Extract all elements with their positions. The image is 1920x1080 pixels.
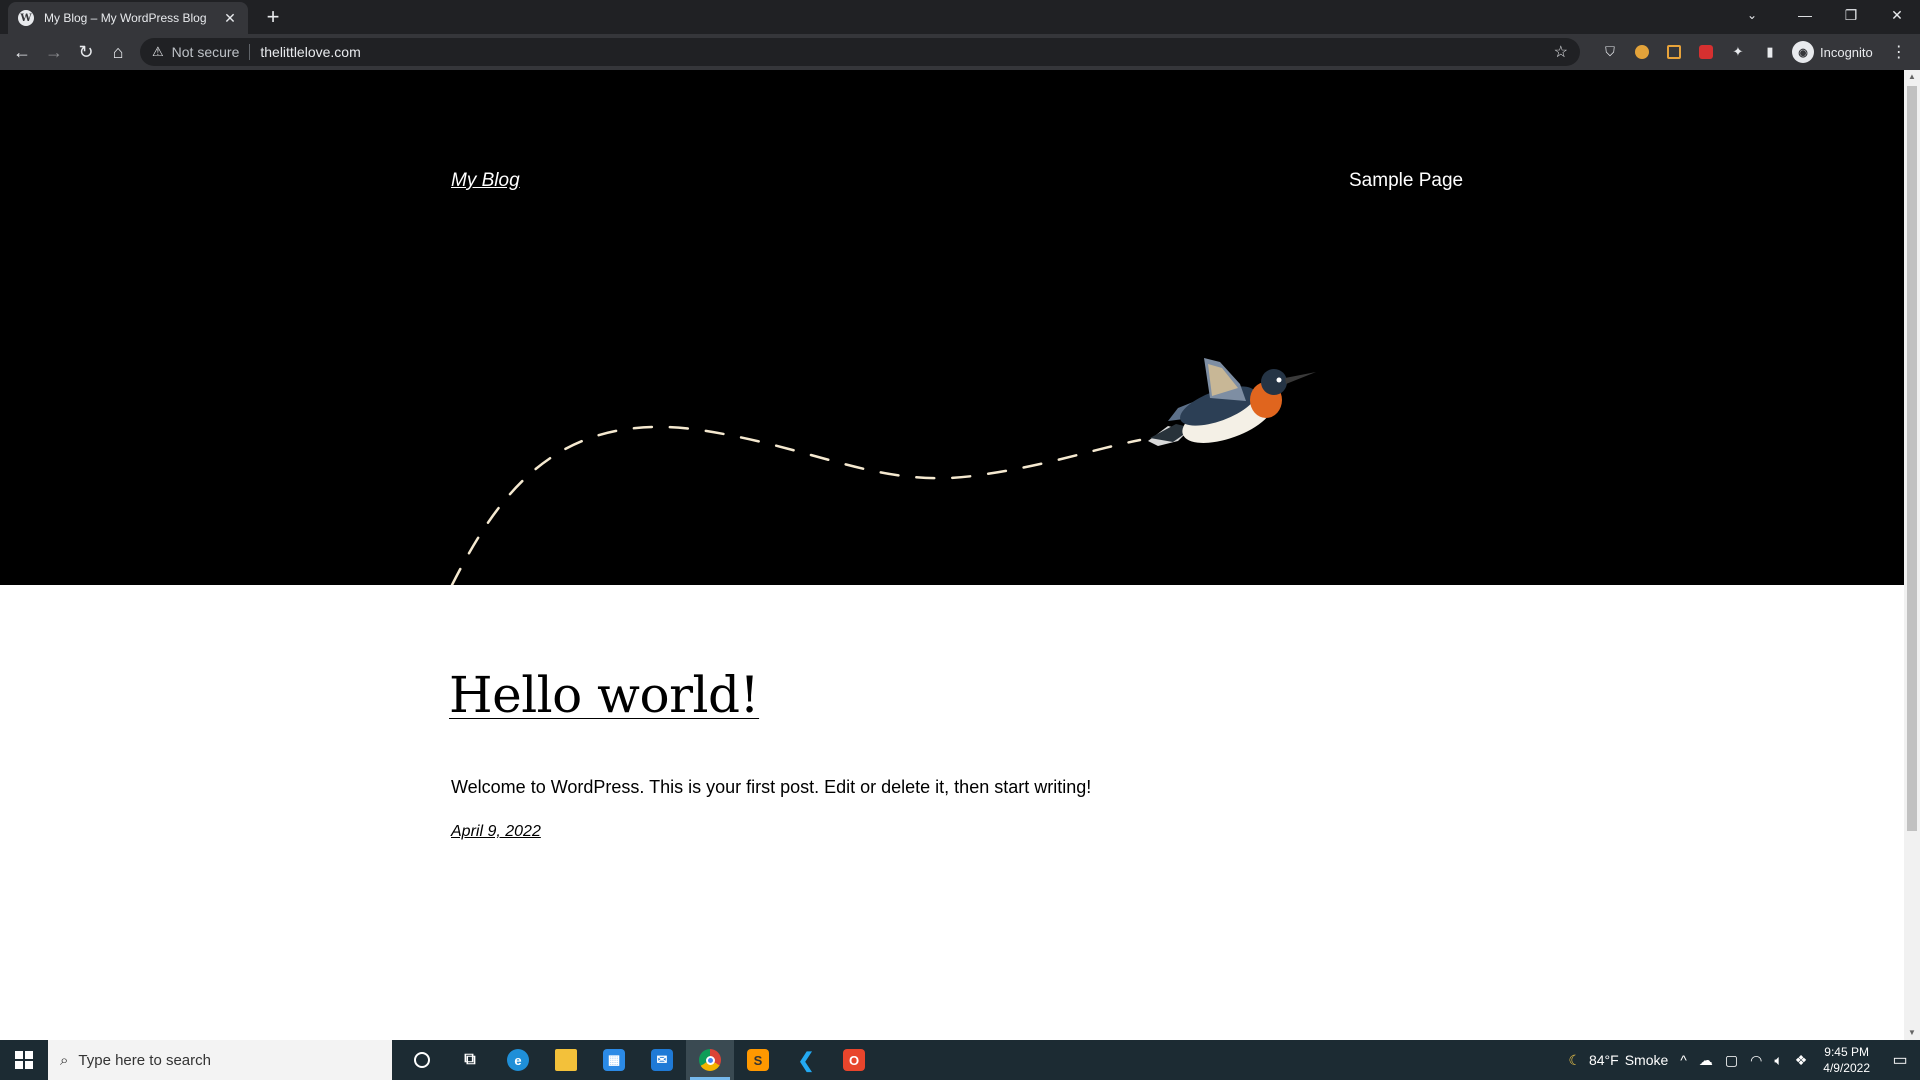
task-view-icon[interactable]: ⧉ — [446, 1040, 494, 1080]
clock[interactable]: 9:45 PM 4/9/2022 — [1823, 1044, 1870, 1076]
search-placeholder: Type here to search — [78, 1051, 211, 1069]
site-header-hero: My Blog Sample Page — [0, 70, 1904, 585]
page-viewport: My Blog Sample Page Hello world! Welcome… — [0, 70, 1904, 1040]
taskbar-search-box[interactable]: ⌕ Type here to search — [48, 1040, 392, 1080]
minimize-button[interactable]: — — [1782, 0, 1828, 30]
incognito-profile-button[interactable]: ◉ Incognito — [1792, 41, 1873, 63]
page-scrollbar[interactable]: ▲ ▼ — [1904, 70, 1920, 1040]
file-explorer-icon[interactable] — [542, 1040, 590, 1080]
vscode-icon[interactable]: ❮ — [782, 1040, 830, 1080]
browser-tab-strip: W My Blog – My WordPress Blog ✕ + ⌄ — ❐ … — [0, 0, 1920, 34]
weather-widget[interactable]: ☾ 84°F Smoke — [1568, 1052, 1668, 1069]
incognito-icon: ◉ — [1792, 41, 1814, 63]
home-icon[interactable]: ⌂ — [102, 36, 134, 68]
kebab-menu-icon[interactable]: ⋮ — [1891, 42, 1907, 62]
incognito-label: Incognito — [1820, 44, 1873, 60]
notification-center-icon[interactable]: ▭ — [1880, 1040, 1920, 1080]
weather-temp: 84°F — [1588, 1052, 1619, 1068]
url-text[interactable]: thelittlelove.com — [260, 44, 360, 60]
network-icon[interactable]: ◠ — [1750, 1052, 1762, 1069]
cortana-icon[interactable] — [398, 1040, 446, 1080]
flight-path-dashed-line — [450, 425, 1142, 585]
volume-icon[interactable]: 🔈︎ — [1774, 1052, 1782, 1069]
shield-extension-icon[interactable]: ⛉ — [1598, 40, 1622, 64]
tab-title: My Blog – My WordPress Blog — [44, 11, 207, 25]
windows-logo-icon — [15, 1051, 33, 1069]
restore-button[interactable]: ❐ — [1828, 0, 1874, 30]
chrome-icon[interactable] — [686, 1040, 734, 1080]
taskbar-apps: ⧉ e ▦ ✉ S ❮ O — [398, 1040, 878, 1080]
puzzle-extensions-icon[interactable]: ✦ — [1726, 40, 1750, 64]
tab-search-chevron-icon[interactable]: ⌄ — [1734, 0, 1770, 30]
weather-text: Smoke — [1624, 1052, 1669, 1068]
warning-triangle-icon[interactable]: ⚠ — [152, 44, 164, 60]
post-date-link[interactable]: April 9, 2022 — [451, 823, 541, 841]
clock-date: 4/9/2022 — [1823, 1061, 1870, 1075]
scrollbar-thumb[interactable] — [1907, 86, 1917, 831]
close-window-button[interactable]: ✕ — [1874, 0, 1920, 30]
edge-icon[interactable]: e — [494, 1040, 542, 1080]
reload-icon[interactable]: ↻ — [70, 36, 102, 68]
moon-weather-icon: ☾ — [1568, 1051, 1581, 1068]
extensions-area: ⛉ ✦ ▮ ◉ Incognito ⋮ — [1594, 34, 1907, 70]
post-excerpt: Welcome to WordPress. This is your first… — [451, 777, 1092, 797]
dropbox-icon[interactable]: ❖ — [1795, 1052, 1808, 1069]
mail-icon[interactable]: ✉ — [638, 1040, 686, 1080]
clock-time: 9:45 PM — [1824, 1045, 1869, 1059]
system-tray: ☾ 84°F Smoke ^ ☁ ▢ ◠ 🔈︎ ❖ 9:45 PM 4/9/20… — [1562, 1040, 1920, 1080]
browser-toolbar: ← → ↻ ⌂ ⚠ Not secure thelittlelove.com ☆… — [0, 34, 1920, 70]
onedrive-icon[interactable]: ☁ — [1699, 1052, 1713, 1069]
security-indicator[interactable]: Not secure — [172, 44, 240, 60]
omnibox-separator — [249, 44, 251, 60]
window-controls: — ❐ ✕ — [1782, 0, 1920, 30]
start-button[interactable] — [0, 1040, 48, 1080]
scroll-up-arrow-icon[interactable]: ▲ — [1904, 70, 1920, 84]
frame-extension-icon[interactable] — [1662, 40, 1686, 64]
hummingbird-icon — [1148, 358, 1316, 446]
tray-overflow-chevron-icon[interactable]: ^ — [1680, 1052, 1687, 1068]
red-extension-icon[interactable] — [1694, 40, 1718, 64]
address-bar[interactable]: ⚠ Not secure thelittlelove.com ☆ — [140, 38, 1580, 66]
new-tab-button[interactable]: + — [260, 4, 286, 30]
side-panel-icon[interactable]: ▮ — [1758, 40, 1782, 64]
microsoft-store-icon[interactable]: ▦ — [590, 1040, 638, 1080]
back-arrow-icon[interactable]: ← — [6, 36, 38, 68]
search-icon: ⌕ — [60, 1051, 69, 1069]
post-title-link[interactable]: Hello world! — [449, 666, 760, 724]
forward-arrow-icon[interactable]: → — [38, 36, 70, 68]
tab-close-icon[interactable]: ✕ — [222, 10, 238, 27]
sublime-text-icon[interactable]: S — [734, 1040, 782, 1080]
scroll-down-arrow-icon[interactable]: ▼ — [1904, 1026, 1920, 1040]
hero-illustration — [450, 358, 1316, 585]
bookmark-star-icon[interactable]: ☆ — [1554, 42, 1568, 62]
browser-tab[interactable]: W My Blog – My WordPress Blog ✕ — [8, 2, 248, 34]
windows-taskbar: ⌕ Type here to search ⧉ e ▦ ✉ S ❮ O ☾ 84… — [0, 1040, 1920, 1080]
wordpress-favicon-icon: W — [18, 10, 34, 26]
cookie-extension-icon[interactable] — [1630, 40, 1654, 64]
meet-now-icon[interactable]: ▢ — [1725, 1052, 1738, 1069]
office-icon[interactable]: O — [830, 1040, 878, 1080]
